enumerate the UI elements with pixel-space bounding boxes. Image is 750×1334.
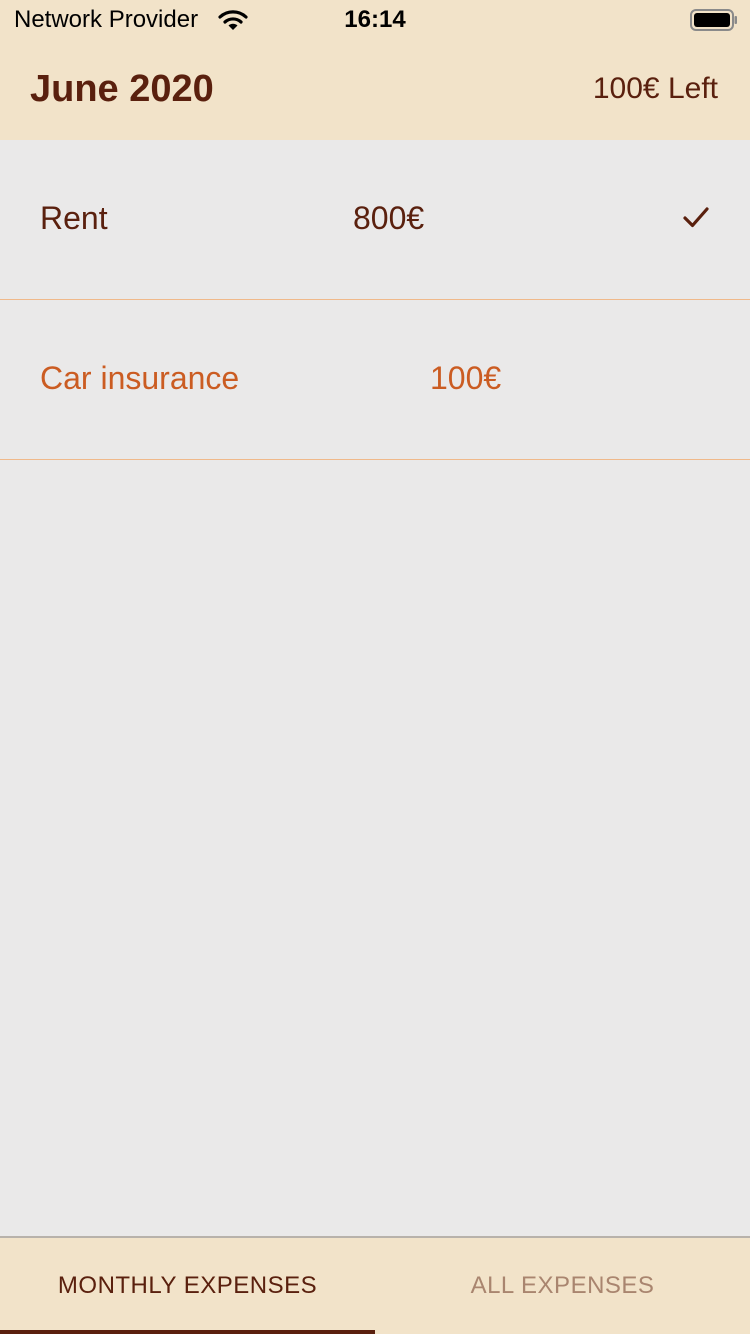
status-time: 16:14	[344, 6, 406, 33]
active-tab-indicator	[0, 1330, 375, 1334]
month-header: June 2020 100€ Left	[0, 40, 750, 140]
expense-name: Car insurance	[40, 360, 240, 396]
tab-bar: MONTHLY EXPENSES ALL EXPENSES	[0, 1236, 750, 1334]
expense-list: Rent 800€ Car insurance 100€	[0, 140, 750, 460]
expense-amount: 100€	[430, 360, 502, 396]
status-bar: Network Provider 16:14	[0, 0, 750, 40]
expense-amount: 800€	[353, 200, 425, 236]
tab-monthly-expenses[interactable]: MONTHLY EXPENSES	[0, 1238, 375, 1334]
battery-icon	[690, 9, 737, 31]
tab-label: MONTHLY EXPENSES	[57, 1272, 318, 1299]
tab-label: ALL EXPENSES	[470, 1272, 655, 1299]
expense-row-car-insurance[interactable]: Car insurance 100€	[0, 300, 750, 460]
expense-name: Rent	[40, 200, 108, 236]
app-screen: Network Provider 16:14 June 2020 100€ Le…	[0, 0, 750, 1334]
tab-all-expenses[interactable]: ALL EXPENSES	[375, 1238, 750, 1334]
expense-row-rent[interactable]: Rent 800€	[0, 140, 750, 300]
checkmark-icon	[683, 207, 709, 228]
page-title: June 2020	[30, 68, 214, 110]
budget-remaining: 100€ Left	[592, 72, 718, 105]
